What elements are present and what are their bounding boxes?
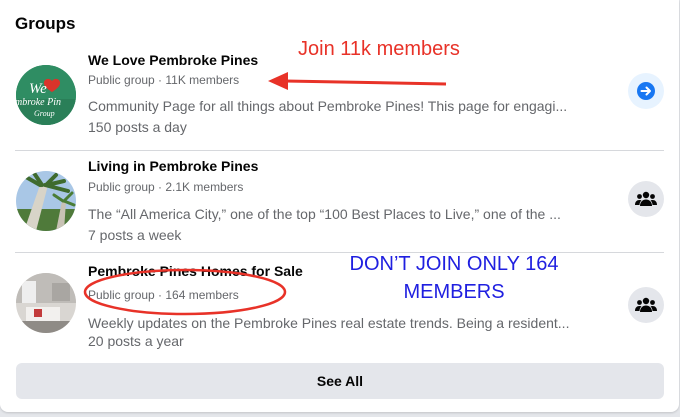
group-row-living-in-pembroke-pines[interactable]: Living in Pembroke Pines Public group · …	[0, 151, 679, 251]
group-activity: 20 posts a year	[88, 333, 184, 349]
groups-card: Groups We mbroke Pin Group We Love Pembr…	[0, 0, 679, 412]
group-meta: Public group · 11K members	[88, 73, 240, 87]
group-name[interactable]: Living in Pembroke Pines	[88, 158, 258, 174]
group-description: The “All America City,” one of the top “…	[88, 206, 561, 222]
group-join-icon	[635, 191, 657, 206]
group-avatar-image	[16, 273, 76, 333]
annotation-dont-join-line2: MEMBERS	[403, 281, 505, 303]
group-activity: 7 posts a week	[88, 227, 182, 243]
avatar-text: We	[29, 81, 47, 97]
group-avatar[interactable]: We mbroke Pin Group	[16, 65, 76, 125]
join-group-button[interactable]	[628, 181, 664, 217]
avatar-subtext-2: Group	[34, 109, 55, 118]
group-avatar-image: We mbroke Pin Group	[16, 65, 76, 125]
annotation-dont-join-note: DON’T JOIN ONLY 164 MEMBERS	[328, 250, 580, 306]
group-activity: 150 posts a day	[88, 119, 187, 135]
avatar-subtext: mbroke Pin	[16, 97, 61, 108]
group-name[interactable]: We Love Pembroke Pines	[88, 52, 258, 68]
group-avatar[interactable]	[16, 171, 76, 231]
group-avatar[interactable]	[16, 273, 76, 333]
group-description: Community Page for all things about Pemb…	[88, 98, 568, 114]
see-all-button[interactable]: See All	[16, 363, 664, 399]
group-avatar-image	[16, 171, 76, 231]
arrow-right-icon	[637, 82, 655, 100]
group-name[interactable]: Pembroke Pines Homes for Sale	[88, 263, 303, 279]
view-group-button[interactable]	[628, 73, 664, 109]
annotation-dont-join-line1: DON’T JOIN ONLY 164	[349, 253, 559, 275]
annotation-join-note: Join 11k members	[298, 38, 460, 60]
group-meta: Public group · 164 members	[88, 288, 239, 302]
join-group-button[interactable]	[628, 287, 664, 323]
group-join-icon	[635, 297, 657, 312]
group-description: Weekly updates on the Pembroke Pines rea…	[88, 315, 570, 331]
group-meta: Public group · 2.1K members	[88, 180, 244, 194]
section-title: Groups	[15, 14, 76, 33]
